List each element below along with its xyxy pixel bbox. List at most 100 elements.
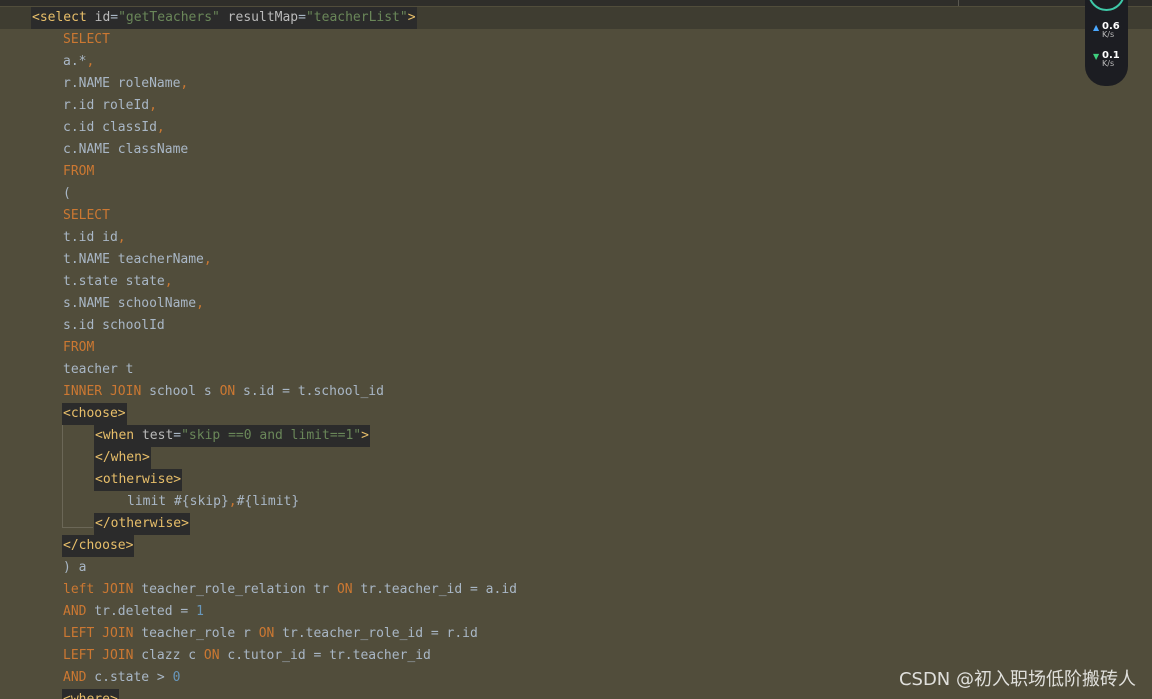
code-line-content: t.NAME teacherName, (63, 249, 212, 271)
code-token: </when> (95, 450, 150, 465)
code-token: c.id classId (63, 120, 157, 135)
code-line-content: s.NAME schoolName, (63, 293, 204, 315)
tab-bar-divider (958, 0, 959, 6)
code-line[interactable]: teacher t (0, 359, 1152, 381)
code-line[interactable]: a.*, (0, 51, 1152, 73)
code-token: test (134, 428, 174, 443)
code-line[interactable]: <select id="getTeachers" resultMap="teac… (0, 7, 1152, 29)
code-line[interactable]: r.id roleId, (0, 95, 1152, 117)
code-line-content: SELECT (63, 29, 110, 51)
code-line[interactable]: SELECT (0, 205, 1152, 227)
code-token: FROM (63, 340, 95, 355)
code-line[interactable]: t.id id, (0, 227, 1152, 249)
code-line-content: </when> (94, 447, 151, 469)
code-token: tr.teacher_id = a.id (352, 582, 517, 597)
code-line[interactable]: </choose> (0, 535, 1152, 557)
code-line-content: a.*, (63, 51, 94, 73)
code-token: teacher_role r (133, 626, 259, 641)
code-line[interactable]: r.NAME roleName, (0, 73, 1152, 95)
upload-speed-unit: K/s (1102, 30, 1115, 39)
code-line[interactable]: <otherwise> (0, 469, 1152, 491)
code-token: tr.teacher_role_id = r.id (274, 626, 478, 641)
code-token: ON (336, 582, 353, 597)
watermark: CSDN @初入职场低阶搬砖人 (898, 669, 1136, 690)
code-token: ON (258, 626, 275, 641)
code-line[interactable]: FROM (0, 161, 1152, 183)
code-line-content: c.id classId, (63, 117, 165, 139)
code-token: , (149, 98, 157, 113)
code-token: resultMap (219, 10, 299, 25)
code-token: a.* (63, 54, 87, 69)
code-token: <select (32, 10, 87, 25)
code-line[interactable]: LEFT JOIN clazz c ON c.tutor_id = tr.tea… (0, 645, 1152, 667)
code-line-content: ( (63, 183, 71, 205)
code-token: , (86, 54, 95, 69)
code-line[interactable]: limit #{skip},#{limit} (0, 491, 1152, 513)
code-line[interactable]: INNER JOIN school s ON s.id = t.school_i… (0, 381, 1152, 403)
code-token: s.id = t.school_id (235, 384, 384, 399)
code-token: s.id schoolId (63, 318, 165, 333)
code-line[interactable]: ( (0, 183, 1152, 205)
code-token: limit #{skip} (127, 494, 229, 509)
code-token: AND (63, 604, 87, 619)
code-line[interactable]: AND tr.deleted = 1 (0, 601, 1152, 623)
code-token: t.id id (63, 230, 118, 245)
download-speed-unit: K/s (1102, 59, 1115, 68)
code-line[interactable]: t.state state, (0, 271, 1152, 293)
code-line[interactable]: t.NAME teacherName, (0, 249, 1152, 271)
code-line[interactable]: left JOIN teacher_role_relation tr ON tr… (0, 579, 1152, 601)
code-line-content: r.id roleId, (63, 95, 157, 117)
code-line[interactable]: s.NAME schoolName, (0, 293, 1152, 315)
code-line[interactable]: c.id classId, (0, 117, 1152, 139)
code-token: ON (203, 648, 220, 663)
code-token: ) a (63, 560, 87, 575)
code-token: c.tutor_id = tr.teacher_id (219, 648, 431, 663)
code-token: left JOIN (63, 582, 134, 597)
upload-arrow-icon: ▲ (1093, 23, 1100, 32)
code-line-content: </otherwise> (94, 513, 190, 535)
code-token: #{limit} (236, 494, 300, 509)
code-token: SELECT (63, 208, 110, 223)
code-token: school s (141, 384, 220, 399)
code-token: ( (63, 186, 71, 201)
code-token: <choose> (63, 406, 126, 421)
code-line-content: <where> (62, 689, 119, 699)
code-line[interactable]: LEFT JOIN teacher_role r ON tr.teacher_r… (0, 623, 1152, 645)
code-token: AND (63, 670, 87, 685)
network-speed-widget[interactable]: ▲ 0.6 K/s ▼ 0.1 K/s (1085, 0, 1128, 86)
code-token: , (196, 296, 204, 311)
code-line[interactable]: s.id schoolId (0, 315, 1152, 337)
code-token: LEFT JOIN (63, 648, 134, 663)
code-line[interactable]: c.NAME className (0, 139, 1152, 161)
code-token: "skip ==0 and limit==1" (181, 428, 362, 443)
code-token: </choose> (63, 538, 134, 553)
code-line-content: <otherwise> (94, 469, 183, 491)
code-editor[interactable]: <select id="getTeachers" resultMap="teac… (0, 0, 1152, 699)
code-line[interactable]: <choose> (0, 403, 1152, 425)
code-token: SELECT (63, 32, 110, 47)
code-line-content: s.id schoolId (63, 315, 165, 337)
code-token: s.NAME schoolName (63, 296, 197, 311)
code-token: , (228, 494, 237, 509)
code-line[interactable]: </otherwise> (0, 513, 1152, 535)
code-line[interactable]: <when test="skip ==0 and limit==1"> (0, 425, 1152, 447)
code-token: INNER JOIN (63, 384, 142, 399)
code-token: , (180, 76, 189, 91)
code-line[interactable]: FROM (0, 337, 1152, 359)
code-line[interactable]: SELECT (0, 29, 1152, 51)
editor-tab-bar (0, 0, 1152, 6)
code-token: , (117, 230, 126, 245)
code-line-content: teacher t (63, 359, 133, 381)
code-line-content: ) a (63, 557, 86, 579)
code-line-content: limit #{skip},#{limit} (127, 491, 299, 513)
code-token: id (86, 10, 111, 25)
code-token: = (298, 10, 306, 25)
code-area[interactable]: <select id="getTeachers" resultMap="teac… (0, 7, 1152, 699)
network-ring-icon (1088, 0, 1125, 11)
code-line[interactable]: ) a (0, 557, 1152, 579)
code-line-content: <select id="getTeachers" resultMap="teac… (31, 7, 417, 29)
code-line[interactable]: </when> (0, 447, 1152, 469)
code-token: "getTeachers" (118, 10, 220, 25)
code-token: teacher t (63, 362, 134, 377)
code-line-content: </choose> (62, 535, 135, 557)
